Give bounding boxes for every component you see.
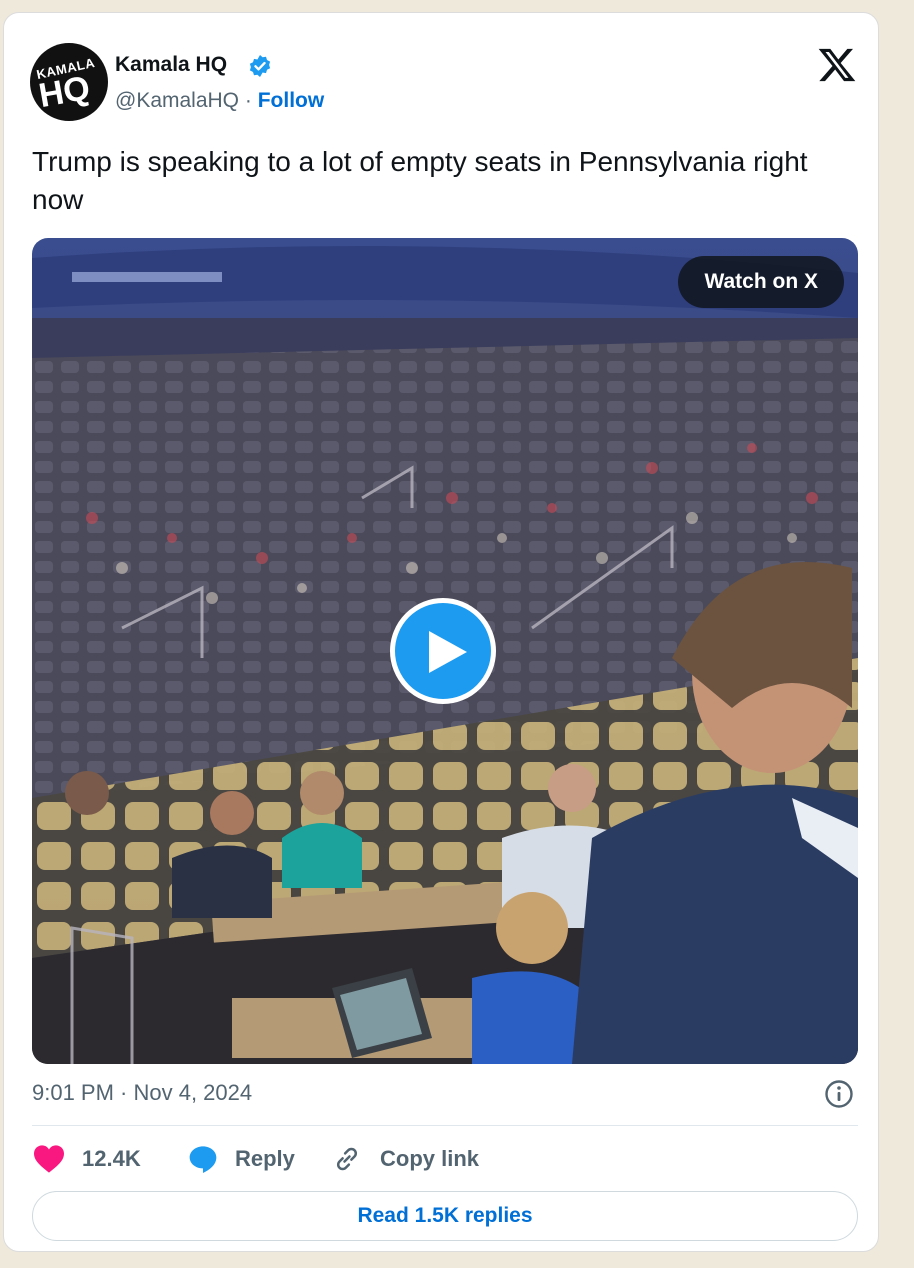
avatar-main-text: HQ [36,68,93,116]
reply-bubble-icon [189,1146,217,1173]
video-player[interactable]: Watch on X [32,238,858,1064]
reply-button[interactable]: Reply [187,1141,317,1177]
avatar[interactable]: KAMALA HQ [30,43,108,121]
read-replies-button[interactable]: Read 1.5K replies [32,1191,858,1241]
x-logo-icon[interactable] [817,45,857,85]
play-button[interactable] [390,598,496,704]
like-count: 12.4K [82,1146,141,1171]
follow-button[interactable]: Follow [258,89,325,112]
reply-label: Reply [235,1146,295,1171]
info-icon[interactable] [824,1079,854,1109]
copy-link-button[interactable]: Copy link [332,1141,492,1177]
tweet-timestamp[interactable]: 9:01 PM · Nov 4, 2024 [32,1080,252,1106]
like-button[interactable]: 12.4K [32,1141,152,1177]
copy-link-label: Copy link [380,1146,480,1171]
verified-badge-icon [249,55,271,77]
author-name[interactable]: Kamala HQ [115,53,227,77]
link-icon [336,1147,358,1171]
author-handle[interactable]: @KamalaHQ [115,89,239,112]
author-handle-row: @KamalaHQ · Follow [115,89,324,113]
tweet-card: KAMALA HQ Kamala HQ @KamalaHQ · Follow T… [3,12,879,1252]
heart-icon [34,1145,64,1173]
tweet-text: Trump is speaking to a lot of empty seat… [32,146,808,215]
play-icon [429,631,467,673]
watch-on-x-button[interactable]: Watch on X [678,256,844,308]
divider [32,1125,858,1126]
separator-dot: · [244,89,252,112]
